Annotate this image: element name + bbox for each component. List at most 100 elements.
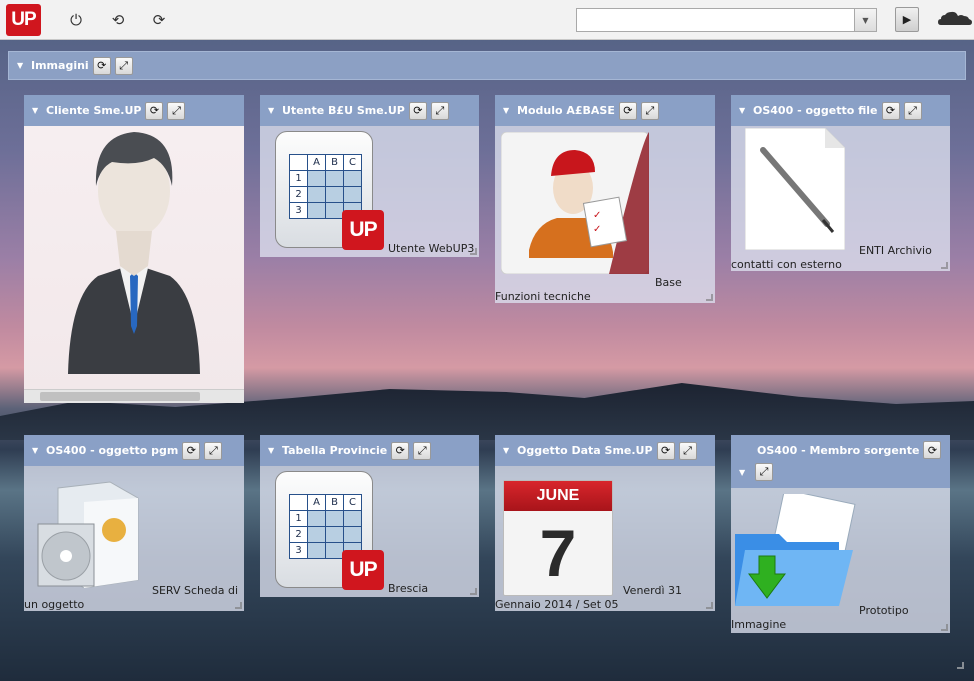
- panel-label: Immagine: [731, 618, 787, 631]
- panel-title: OS400 - oggetto file: [753, 104, 878, 117]
- svg-text:✓: ✓: [593, 224, 601, 235]
- panel-oggetto-data: ▼ Oggetto Data Sme.UP ⟳ ⤢ JUNE 7 Venerdì…: [495, 435, 715, 611]
- grid-col-a: A: [307, 494, 326, 511]
- search-combo[interactable]: ▼: [576, 8, 877, 32]
- grid-col-c: C: [343, 154, 362, 171]
- window-resize-grip-icon[interactable]: [957, 662, 964, 669]
- resize-grip-icon[interactable]: [941, 262, 948, 269]
- grid-col-c: C: [343, 494, 362, 511]
- maximize-button[interactable]: ⤢: [204, 441, 223, 460]
- up-logo-badge: UP: [342, 210, 384, 250]
- refresh-button[interactable]: ⟳: [923, 441, 942, 459]
- up-logo-badge: UP: [342, 550, 384, 590]
- panel-cliente: ▼ Cliente Sme.UP ⟳ ⤢: [24, 95, 244, 403]
- grid-row-3: 3: [289, 542, 308, 559]
- collapse-icon[interactable]: ▼: [268, 106, 278, 115]
- refresh-button[interactable]: ⟳: [182, 441, 201, 460]
- chevron-down-icon[interactable]: ▼: [854, 9, 876, 31]
- resize-grip-icon[interactable]: [706, 602, 713, 609]
- resize-grip-icon[interactable]: [706, 294, 713, 301]
- grid-row-2: 2: [289, 186, 308, 203]
- calendar-month: JUNE: [504, 481, 612, 511]
- collapse-icon[interactable]: ▼: [32, 446, 42, 455]
- panel-membro-sorgente: OS400 - Membro sorgente ⟳ ▼ ⤢ Prototipo …: [731, 435, 950, 633]
- panel-title: OS400 - oggetto pgm: [46, 444, 179, 457]
- undo-icon[interactable]: ⟲: [108, 10, 128, 30]
- businessman-icon: [68, 132, 200, 374]
- panel-label: SERV Scheda di: [152, 584, 239, 597]
- maximize-button[interactable]: ⤢: [903, 101, 922, 120]
- collapse-icon[interactable]: ▼: [739, 106, 749, 115]
- panel-label: Prototipo: [859, 604, 909, 617]
- software-box-icon: [37, 481, 139, 588]
- svg-text:✓: ✓: [593, 210, 601, 221]
- top-toolbar: UP ⏻ ⟲ ⟳ ▼ ▶: [0, 0, 974, 40]
- panel-utente: ▼ Utente B£U Sme.UP ⟳ ⤢ ABC 1 2 3 UP Ute…: [260, 95, 479, 257]
- refresh-button[interactable]: ⟳: [408, 101, 427, 120]
- panel-label: Venerdì 31: [623, 584, 683, 597]
- refresh-button[interactable]: ⟳: [618, 101, 637, 120]
- grid-row-3: 3: [289, 202, 308, 219]
- collapse-icon[interactable]: ▼: [503, 446, 513, 455]
- panel-title: Utente B£U Sme.UP: [282, 104, 405, 117]
- panel-title: OS400 - Membro sorgente: [757, 443, 920, 457]
- collapse-icon[interactable]: ▼: [739, 468, 749, 477]
- panel-header: OS400 - Membro sorgente ⟳ ▼ ⤢: [731, 435, 950, 488]
- power-icon[interactable]: ⏻: [66, 10, 86, 30]
- maximize-button[interactable]: ⤢: [755, 463, 773, 481]
- refresh-button[interactable]: ⟳: [391, 441, 410, 460]
- calendar-day: 7: [539, 516, 577, 590]
- panel-title: Modulo A£BASE: [517, 104, 615, 117]
- grid-col-b: B: [325, 494, 344, 511]
- folder-download-icon: [735, 494, 856, 606]
- maximize-button[interactable]: ⤢: [413, 441, 432, 460]
- panel-label: un oggetto: [24, 598, 85, 611]
- document-pen-icon: [745, 128, 845, 250]
- grid-col-a: A: [307, 154, 326, 171]
- collapse-icon[interactable]: ▼: [32, 106, 42, 115]
- panel-title: Oggetto Data Sme.UP: [517, 444, 653, 457]
- images-section-header: ▼ Immagini ⟳ ⤢: [8, 51, 966, 80]
- panel-oggetto-file: ▼ OS400 - oggetto file ⟳ ⤢ ENTI Archivio…: [731, 95, 950, 271]
- maximize-button[interactable]: ⤢: [640, 101, 659, 120]
- panel-title: Tabella Provincie: [282, 444, 388, 457]
- app-logo[interactable]: UP: [6, 4, 41, 36]
- refresh-button[interactable]: ⟳: [92, 56, 111, 75]
- panel-tabella-provincie: ▼ Tabella Provincie ⟳ ⤢ ABC 1 2 3 UP Bre…: [260, 435, 479, 597]
- maximize-button[interactable]: ⤢: [678, 441, 697, 460]
- worker-checklist-icon: ✓ ✓: [501, 132, 649, 274]
- refresh-button[interactable]: ⟳: [881, 101, 900, 120]
- cloud-icon[interactable]: [938, 9, 972, 27]
- panel-label: contatti con esterno: [731, 258, 842, 271]
- panel-label: Utente WebUP3: [388, 242, 475, 255]
- play-icon[interactable]: ▶: [895, 7, 919, 32]
- horizontal-scrollbar[interactable]: [24, 389, 244, 403]
- resize-grip-icon[interactable]: [235, 602, 242, 609]
- refresh-button[interactable]: ⟳: [145, 101, 164, 120]
- panel-label: Brescia: [388, 582, 429, 595]
- panel-label: Base: [655, 276, 682, 289]
- panel-title: Cliente Sme.UP: [46, 104, 142, 117]
- calendar-icon: JUNE 7: [503, 480, 613, 596]
- maximize-button[interactable]: ⤢: [167, 101, 186, 120]
- collapse-icon[interactable]: ▼: [17, 61, 27, 70]
- maximize-button[interactable]: ⤢: [114, 56, 133, 75]
- panel-label: ENTI Archivio: [859, 244, 932, 257]
- collapse-icon[interactable]: ▼: [503, 106, 513, 115]
- panel-modulo: ▼ Modulo A£BASE ⟳ ⤢ ✓ ✓ Base Funzioni te…: [495, 95, 715, 303]
- grid-row-1: 1: [289, 510, 308, 527]
- collapse-icon[interactable]: ▼: [268, 446, 278, 455]
- grid-col-b: B: [325, 154, 344, 171]
- resize-grip-icon[interactable]: [470, 248, 477, 255]
- panel-oggetto-pgm: ▼ OS400 - oggetto pgm ⟳ ⤢ SERV Scheda di…: [24, 435, 244, 611]
- grid-row-1: 1: [289, 170, 308, 187]
- scrollbar-thumb[interactable]: [40, 392, 200, 401]
- resize-grip-icon[interactable]: [941, 624, 948, 631]
- maximize-button[interactable]: ⤢: [430, 101, 449, 120]
- refresh-button[interactable]: ⟳: [656, 441, 675, 460]
- resize-grip-icon[interactable]: [470, 588, 477, 595]
- grid-row-2: 2: [289, 526, 308, 543]
- panel-label: Funzioni tecniche: [495, 290, 591, 303]
- refresh-icon[interactable]: ⟳: [149, 10, 169, 30]
- section-title: Immagini: [31, 59, 89, 72]
